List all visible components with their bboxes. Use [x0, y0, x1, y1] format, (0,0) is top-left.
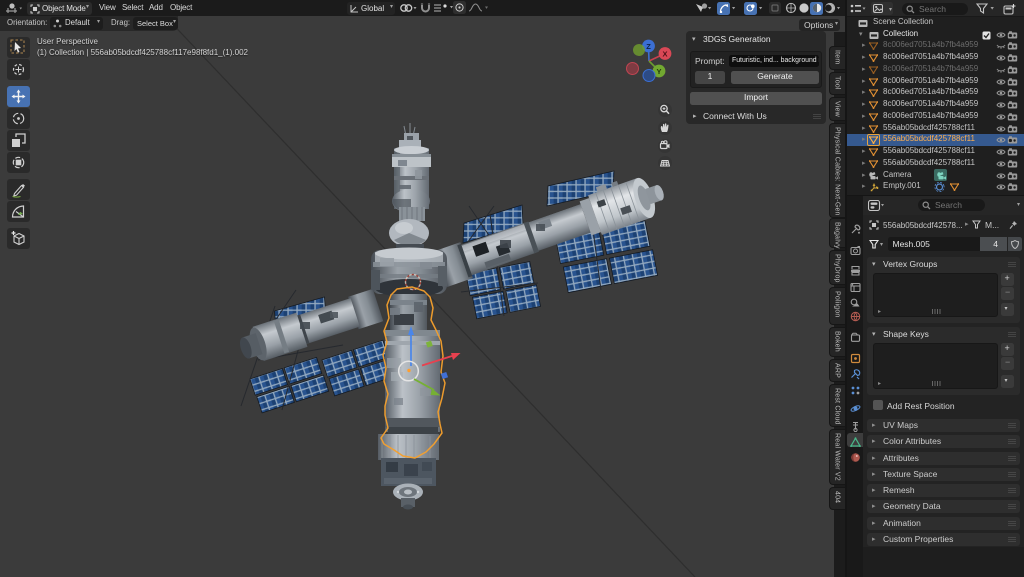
svg-text:Y: Y: [656, 67, 661, 76]
svg-text:X: X: [662, 49, 667, 58]
svg-text:Z: Z: [646, 42, 651, 51]
